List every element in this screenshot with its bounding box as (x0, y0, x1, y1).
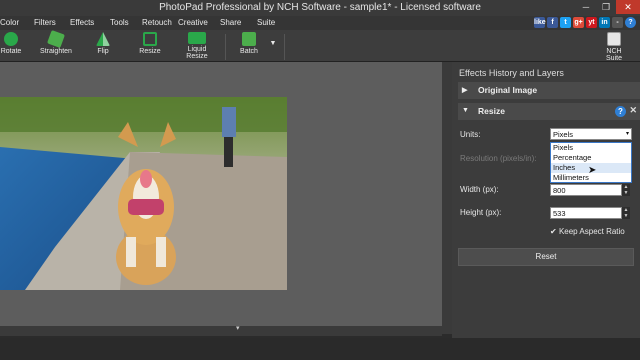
resize-button[interactable]: Resize (138, 32, 162, 55)
expand-icon: ▶ (462, 87, 468, 94)
straighten-icon (47, 30, 65, 48)
menu-bar: Color Filters Effects Tools Retouch Crea… (0, 16, 640, 30)
menu-creative[interactable]: Creative (178, 18, 208, 27)
resize-section-header[interactable]: ▼ Resize ? ✕ (458, 103, 640, 120)
mouse-cursor-icon: ➤ (588, 165, 597, 176)
original-image-section[interactable]: ▶ Original Image (458, 82, 640, 99)
width-stepper[interactable]: ▲ ▼ (622, 184, 630, 196)
rotate-button[interactable]: Rotate (0, 32, 22, 55)
toolbar-divider (225, 34, 226, 60)
straighten-button[interactable]: Straighten (38, 30, 74, 55)
toolbar: Rotate Straighten Flip Resize Liquid Res… (0, 30, 640, 62)
vertical-scrollbar[interactable] (442, 62, 452, 334)
liquid-resize-button[interactable]: Liquid Resize (176, 32, 218, 60)
toolbar-divider (284, 34, 285, 60)
minimize-button[interactable]: ─ (576, 0, 596, 14)
menu-tools[interactable]: Tools (110, 18, 129, 27)
close-button[interactable]: ✕ (616, 0, 640, 14)
like-icon[interactable]: like (534, 17, 546, 28)
scroll-down-icon[interactable]: ▾ (236, 324, 240, 332)
help-icon[interactable]: ? (615, 106, 626, 117)
title-bar: PhotoPad Professional by NCH Software - … (0, 0, 640, 16)
batch-dropdown-arrow[interactable]: ▼ (268, 40, 278, 47)
nch-suite-button[interactable]: NCH Suite (598, 32, 630, 62)
menu-effects[interactable]: Effects (70, 18, 94, 27)
batch-icon (242, 32, 256, 46)
keep-aspect-checkbox[interactable]: ✔ Keep Aspect Ratio (550, 227, 625, 236)
linkedin-icon[interactable]: in (599, 17, 610, 28)
flip-icon (96, 32, 110, 46)
checkmark-icon: ✔ (550, 227, 557, 236)
option-percentage[interactable]: Percentage (551, 153, 631, 163)
rotate-icon (4, 32, 18, 46)
menu-color[interactable]: Color (0, 18, 19, 27)
collapse-icon[interactable]: - (612, 17, 623, 28)
units-dropdown-list: Pixels Percentage Inches Millimeters (550, 142, 632, 183)
youtube-icon[interactable]: yt (586, 17, 597, 28)
menu-filters[interactable]: Filters (34, 18, 56, 27)
status-bar (0, 338, 640, 360)
menu-retouch[interactable]: Retouch (142, 18, 172, 27)
height-input[interactable]: 533 (550, 207, 622, 219)
menu-share[interactable]: Share (220, 18, 241, 27)
effects-panel: Effects History and Layers ▶ Original Im… (452, 62, 640, 338)
nch-suite-icon (607, 32, 621, 46)
resize-icon (143, 32, 157, 46)
resolution-label: Resolution (pixels/in): (460, 154, 537, 163)
width-input[interactable]: 800 (550, 184, 622, 196)
maximize-button[interactable]: ❐ (596, 0, 616, 14)
facebook-icon[interactable]: f (547, 17, 558, 28)
photo-corgi (0, 97, 287, 290)
flip-button[interactable]: Flip (94, 32, 112, 55)
reset-button[interactable]: Reset (458, 248, 634, 266)
panel-title: Effects History and Layers (459, 68, 564, 78)
chevron-down-icon: ▾ (625, 131, 629, 137)
window-title: PhotoPad Professional by NCH Software - … (159, 2, 481, 13)
height-label: Height (px): (460, 208, 502, 217)
height-stepper[interactable]: ▲ ▼ (622, 207, 630, 219)
width-label: Width (px): (460, 185, 499, 194)
twitter-icon[interactable]: t (560, 17, 571, 28)
menu-suite[interactable]: Suite (257, 18, 275, 27)
option-pixels[interactable]: Pixels (551, 143, 631, 153)
units-label: Units: (460, 130, 481, 139)
horizontal-scrollbar[interactable]: ▾ (0, 324, 442, 336)
help-icon[interactable]: ? (625, 17, 636, 28)
google-plus-icon[interactable]: g+ (573, 17, 584, 28)
units-select[interactable]: Pixels ▾ (550, 128, 632, 140)
collapse-icon: ▼ (462, 107, 469, 114)
liquid-resize-icon (188, 32, 206, 44)
close-icon[interactable]: ✕ (629, 105, 637, 116)
batch-button[interactable]: Batch (238, 32, 260, 55)
